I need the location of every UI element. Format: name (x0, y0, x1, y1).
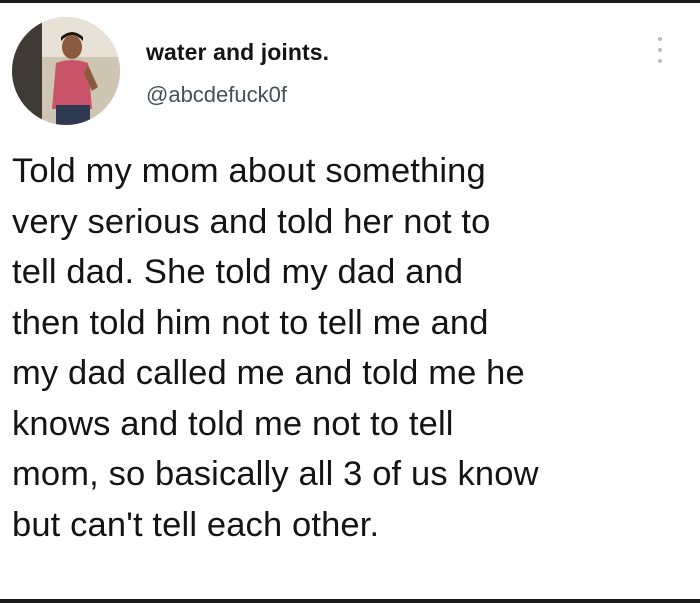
vertical-ellipsis-icon (658, 37, 662, 41)
tweet-text-line: knows and told me not to tell (12, 404, 454, 443)
author-handle[interactable]: @abcdefuck0f (146, 82, 287, 108)
more-options-button[interactable] (650, 33, 670, 67)
tweet-text-line: Told my mom about something (12, 152, 486, 190)
profile-photo-icon (12, 17, 120, 125)
tweet-text-line: then told him not to tell me and (12, 303, 489, 342)
tweet-text-line: my dad called me and told me he (12, 354, 525, 392)
vertical-ellipsis-icon-dot (658, 59, 662, 63)
author-avatar[interactable] (12, 17, 120, 125)
tweet-card: water and joints. @abcdefuck0f Told my m… (0, 0, 700, 603)
vertical-ellipsis-icon-dot (658, 48, 662, 52)
author-display-name[interactable]: water and joints. (146, 39, 329, 66)
tweet-text-line: very serious and told her not to (12, 202, 491, 241)
tweet-text-line: tell dad. She told my dad and (12, 253, 464, 291)
tweet-text: Told my mom about something very serious… (12, 146, 692, 550)
tweet-text-line: mom, so basically all 3 of us know (12, 455, 539, 493)
tweet-text-line: but can't tell each other. (12, 505, 380, 544)
